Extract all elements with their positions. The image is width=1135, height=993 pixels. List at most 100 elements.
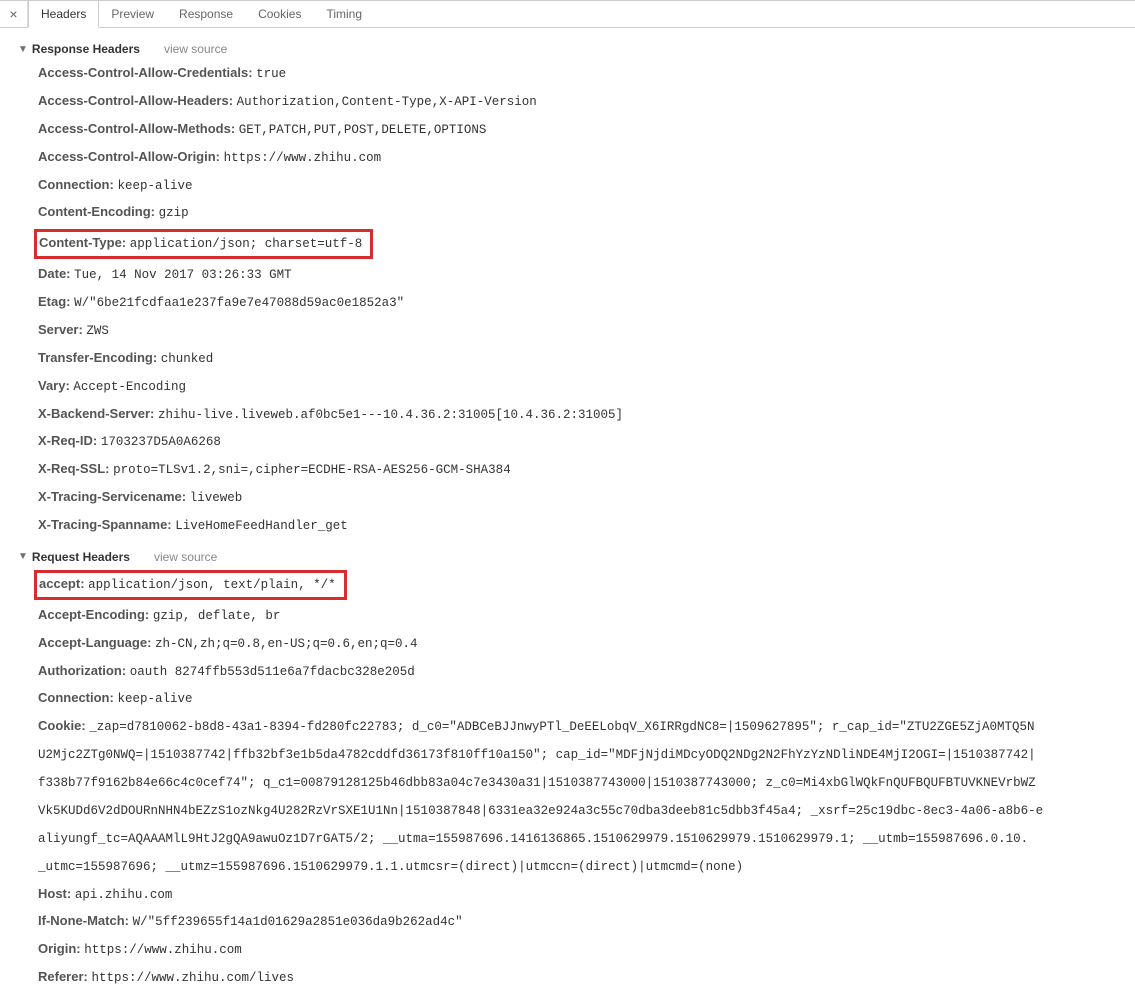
header-value: Vk5KUDd6V2dDOURnNHN4bEZzS1ozNkg4U282RzVr… [38,804,1043,818]
header-value: zh-CN,zh;q=0.8,en-US;q=0.6,en;q=0.4 [155,637,418,651]
response-headers-header[interactable]: ▼ Response Headers view source [0,38,1135,60]
header-row: Connection: keep-alive [20,685,1135,713]
header-name: Accept-Language: [38,635,155,650]
header-value: Tue, 14 Nov 2017 03:26:33 GMT [74,268,292,282]
header-value: Authorization,Content-Type,X-API-Version [237,95,537,109]
header-name: Referer: [38,969,91,984]
tab-headers[interactable]: Headers [28,1,99,28]
disclosure-triangle-icon: ▼ [18,551,28,562]
header-row: Transfer-Encoding: chunked [20,345,1135,373]
header-name: Host: [38,886,75,901]
header-value: oauth 8274ffb553d511e6a7fdacbc328e205d [130,665,415,679]
header-value: application/json, text/plain, */* [88,578,336,592]
header-name: X-Tracing-Servicename: [38,489,190,504]
header-row: Access-Control-Allow-Credentials: true [20,60,1135,88]
header-row: User-Agent: Mozilla/5.0 (Windows NT 10.0… [20,992,1135,993]
header-name: accept: [39,576,88,591]
header-value: https://www.zhihu.com [224,151,382,165]
header-row: Content-Encoding: gzip [20,199,1135,227]
header-value: https://www.zhihu.com [84,943,242,957]
header-name: Authorization: [38,663,130,678]
header-value: GET,PATCH,PUT,POST,DELETE,OPTIONS [239,123,487,137]
header-value: W/"5ff239655f14a1d01629a2851e036da9b262a… [133,915,463,929]
header-row: Accept-Language: zh-CN,zh;q=0.8,en-US;q=… [20,630,1135,658]
panel-tab-bar: × Headers Preview Response Cookies Timin… [0,0,1135,28]
header-row: X-Tracing-Spanname: LiveHomeFeedHandler_… [20,512,1135,540]
header-row: X-Tracing-Servicename: liveweb [20,484,1135,512]
request-headers-section: ▼ Request Headers view source accept: ap… [0,546,1135,993]
header-name: Date: [38,266,74,281]
header-value: chunked [161,352,214,366]
header-name: Content-Type: [39,235,130,250]
header-name: Connection: [38,177,117,192]
tab-timing[interactable]: Timing [314,1,375,27]
header-value: gzip, deflate, br [153,609,281,623]
header-row: X-Req-ID: 1703237D5A0A6268 [20,428,1135,456]
header-row: Referer: https://www.zhihu.com/lives [20,964,1135,992]
header-value: 1703237D5A0A6268 [101,435,221,449]
header-value: proto=TLSv1.2,sni=,cipher=ECDHE-RSA-AES2… [113,463,511,477]
header-value: https://www.zhihu.com/lives [91,971,294,985]
header-value: _utmc=155987696; __utmz=155987696.151062… [38,860,743,874]
header-name: Cookie: [38,718,89,733]
cookie-continuation: aliyungf_tc=AQAAAMlL9HtJ2gQA9awuOz1D7rGA… [20,825,1135,853]
request-headers-header[interactable]: ▼ Request Headers view source [0,546,1135,568]
header-value: f338b77f9162b84e66c4c0cef74"; q_c1=00879… [38,776,1036,790]
header-row: accept: application/json, text/plain, */… [20,568,1135,602]
response-header-rows: Access-Control-Allow-Credentials: trueAc… [0,60,1135,540]
header-name: Server: [38,322,86,337]
header-value: api.zhihu.com [75,888,173,902]
highlight-annotation: Content-Type: application/json; charset=… [34,229,373,259]
header-value: _zap=d7810062-b8d8-43a1-8394-fd280fc2278… [89,720,1034,734]
header-value: Accept-Encoding [73,380,186,394]
header-name: Access-Control-Allow-Origin: [38,149,224,164]
section-title: Request Headers [32,550,130,564]
header-name: Access-Control-Allow-Methods: [38,121,239,136]
header-name: X-Req-SSL: [38,461,113,476]
header-row: Access-Control-Allow-Methods: GET,PATCH,… [20,116,1135,144]
header-value: W/"6be21fcdfaa1e237fa9e7e47088d59ac0e185… [74,296,404,310]
header-row: Connection: keep-alive [20,172,1135,200]
view-source-link[interactable]: view source [164,42,227,56]
header-row: Authorization: oauth 8274ffb553d511e6a7f… [20,658,1135,686]
header-row: Etag: W/"6be21fcdfaa1e237fa9e7e47088d59a… [20,289,1135,317]
section-title: Response Headers [32,42,140,56]
header-name: Origin: [38,941,84,956]
tab-cookies[interactable]: Cookies [246,1,314,27]
header-row: Server: ZWS [20,317,1135,345]
disclosure-triangle-icon: ▼ [18,44,28,55]
tab-response[interactable]: Response [167,1,246,27]
header-value: true [256,67,286,81]
header-row: If-None-Match: W/"5ff239655f14a1d01629a2… [20,908,1135,936]
response-headers-section: ▼ Response Headers view source Access-Co… [0,38,1135,540]
header-row: Date: Tue, 14 Nov 2017 03:26:33 GMT [20,261,1135,289]
cookie-continuation: U2Mjc2ZTg0NWQ=|1510387742|ffb32bf3e1b5da… [20,741,1135,769]
header-value: aliyungf_tc=AQAAAMlL9HtJ2gQA9awuOz1D7rGA… [38,832,1028,846]
header-row: Origin: https://www.zhihu.com [20,936,1135,964]
header-value: gzip [159,206,189,220]
header-row: Access-Control-Allow-Origin: https://www… [20,144,1135,172]
header-name: Accept-Encoding: [38,607,153,622]
header-name: Content-Encoding: [38,204,159,219]
header-name: X-Req-ID: [38,433,101,448]
request-header-rows: accept: application/json, text/plain, */… [0,568,1135,993]
tab-preview[interactable]: Preview [99,1,167,27]
header-row: X-Backend-Server: zhihu-live.liveweb.af0… [20,401,1135,429]
header-value: ZWS [86,324,109,338]
view-source-link[interactable]: view source [154,550,217,564]
header-name: Transfer-Encoding: [38,350,161,365]
header-name: Connection: [38,690,117,705]
header-row-cookie: Cookie: _zap=d7810062-b8d8-43a1-8394-fd2… [20,713,1135,741]
header-name: X-Backend-Server: [38,406,158,421]
header-row: Vary: Accept-Encoding [20,373,1135,401]
header-value: U2Mjc2ZTg0NWQ=|1510387742|ffb32bf3e1b5da… [38,748,1036,762]
header-name: X-Tracing-Spanname: [38,517,175,532]
header-value: LiveHomeFeedHandler_get [175,519,348,533]
header-value: keep-alive [117,692,192,706]
header-name: Etag: [38,294,74,309]
close-icon[interactable]: × [0,1,28,27]
headers-content: ▼ Response Headers view source Access-Co… [0,28,1135,993]
cookie-continuation: f338b77f9162b84e66c4c0cef74"; q_c1=00879… [20,769,1135,797]
header-name: Access-Control-Allow-Credentials: [38,65,256,80]
header-value: application/json; charset=utf-8 [130,237,363,251]
